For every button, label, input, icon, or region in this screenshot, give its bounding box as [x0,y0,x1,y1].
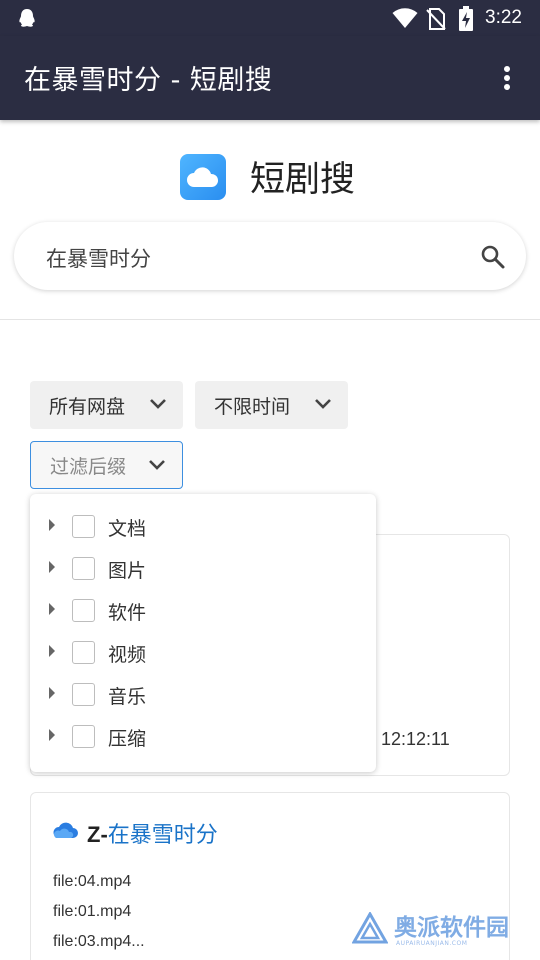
more-options-icon[interactable] [496,60,520,96]
app-bar: 在暴雪时分 - 短剧搜 [0,36,540,120]
cloud-icon [53,822,78,838]
result-file: file:01.mp4 [53,903,132,920]
suffix-option-archive[interactable]: 压缩 [30,715,376,757]
caret-right-icon[interactable] [47,601,57,617]
suffix-option-label: 音乐 [108,686,147,708]
suffix-option-music[interactable]: 音乐 [30,673,376,715]
result-title-name: 在暴雪时分 [107,823,218,848]
caret-right-icon[interactable] [47,685,57,701]
result-file: file:03.mp4... [53,933,145,950]
cloud-logo-icon [180,153,226,200]
caret-right-icon[interactable] [47,559,57,575]
search-box[interactable]: 在暴雪时分 [14,222,526,290]
suffix-option-documents[interactable]: 文档 [30,505,376,547]
checkbox[interactable] [72,641,95,664]
search-icon[interactable] [480,244,506,270]
result-date: 7 12:12:11 [366,729,450,749]
chevron-down-icon [315,399,331,409]
suffix-filter-label: 过滤后缀 [50,455,127,478]
suffix-option-images[interactable]: 图片 [30,547,376,589]
app-bar-title: 在暴雪时分 - 短剧搜 [24,65,273,96]
result-title[interactable]: Z-在暴雪时分 [87,817,218,849]
search-input[interactable]: 在暴雪时分 [46,243,151,273]
caret-right-icon[interactable] [47,643,57,659]
suffix-option-software[interactable]: 软件 [30,589,376,631]
time-filter-label: 不限时间 [214,395,291,418]
watermark: 奥派软件园 AUPAIRUANJIAN.COM [352,912,509,947]
suffix-option-label: 视频 [108,644,147,666]
no-sim-icon [426,8,446,30]
suffix-option-label: 软件 [108,602,147,624]
checkbox[interactable] [72,683,95,706]
suffix-option-label: 图片 [108,560,147,582]
status-bar: 3:22 [0,0,540,36]
watermark-logo-icon [352,912,388,944]
qq-notification-icon [19,9,35,27]
disk-filter-label: 所有网盘 [49,395,126,418]
checkbox[interactable] [72,557,95,580]
suffix-option-label: 压缩 [108,728,147,750]
chevron-down-icon [150,399,166,409]
suffix-dropdown-menu: 文档 图片 软件 视频 音乐 压缩 [30,494,376,772]
checkbox[interactable] [72,515,95,538]
wifi-icon [392,8,418,28]
caret-right-icon[interactable] [47,517,57,533]
brand-header: 短剧搜 [180,151,355,202]
caret-right-icon[interactable] [47,727,57,743]
suffix-filter-select[interactable]: 过滤后缀 [30,441,183,489]
battery-charging-icon [459,6,473,31]
checkbox[interactable] [72,599,95,622]
suffix-option-video[interactable]: 视频 [30,631,376,673]
suffix-option-label: 文档 [108,518,147,540]
chevron-down-icon [149,460,165,470]
time-filter-select[interactable]: 不限时间 [195,381,348,429]
watermark-text: 奥派软件园 [394,914,509,941]
brand-name: 短剧搜 [250,160,356,200]
status-time: 3:22 [485,7,522,28]
disk-filter-select[interactable]: 所有网盘 [30,381,183,429]
checkbox[interactable] [72,725,95,748]
watermark-subtext: AUPAIRUANJIAN.COM [396,940,468,947]
divider [0,319,540,320]
result-title-prefix: Z- [87,822,108,847]
result-file: file:04.mp4 [53,873,132,890]
